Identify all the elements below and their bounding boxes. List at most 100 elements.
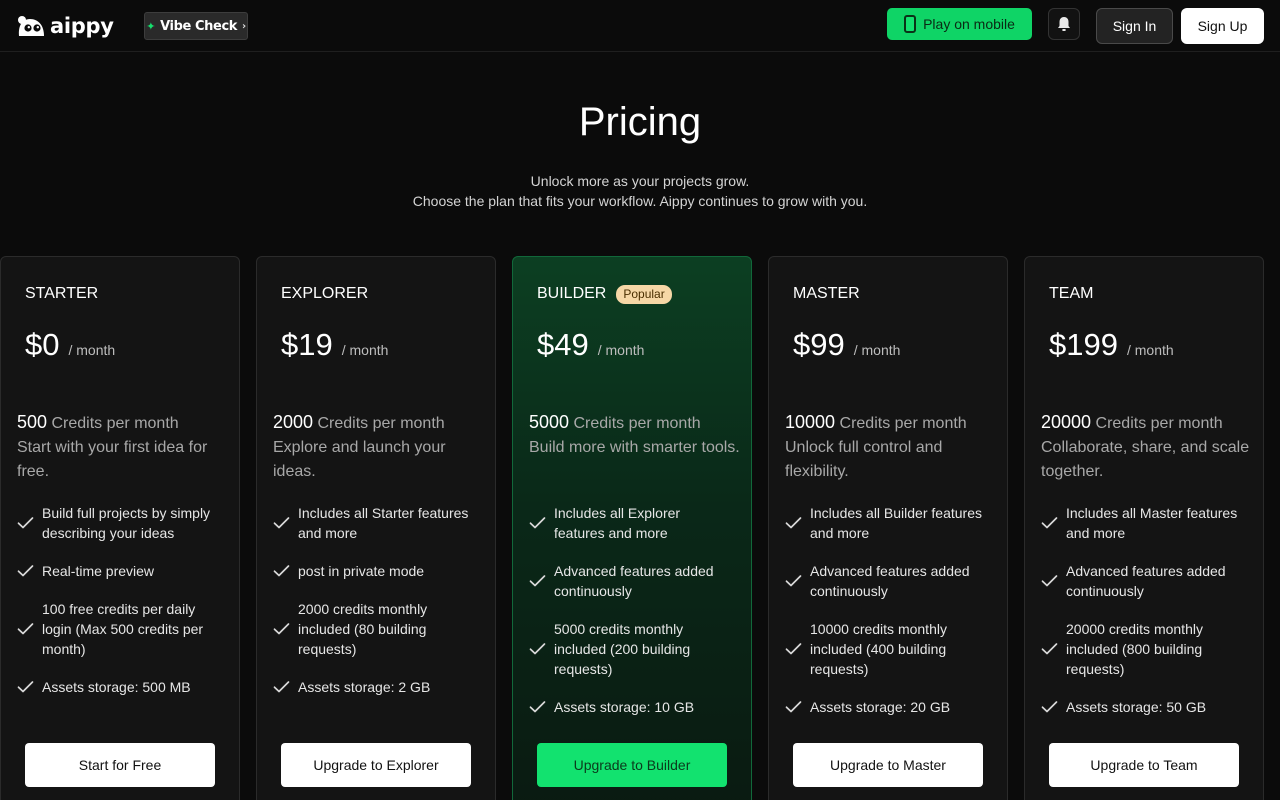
plan-name-label: TEAM [1049,285,1094,302]
plan-cta-button[interactable]: Upgrade to Builder [537,743,727,787]
feature-text: Includes all Starter features and more [298,505,469,541]
check-icon [529,575,546,587]
plan-cta-button[interactable]: Upgrade to Explorer [281,743,471,787]
feature-text: 5000 credits monthly included (200 build… [554,621,691,677]
play-on-mobile-label: Play on mobile [923,16,1015,32]
feature-item: Includes all Starter features and more [273,503,473,543]
plan-name: TEAM [1049,285,1093,303]
check-icon [529,701,546,713]
feature-item: 2000 credits monthly included (80 buildi… [273,599,473,659]
check-icon [785,517,802,529]
check-icon [1041,701,1058,713]
check-icon [273,565,290,577]
price-row: $199 / month [1049,327,1174,363]
notifications-button[interactable] [1048,8,1080,40]
credits-label: Credits per month [1095,415,1223,432]
feature-item: Build full projects by simply describing… [17,503,217,543]
feature-item: Advanced features added continuously [1041,561,1241,601]
plan-name: MASTER [793,285,860,303]
feature-text: Real-time preview [42,563,155,579]
feature-text: Assets storage: 20 GB [810,699,951,715]
feature-item: Advanced features added continuously [529,561,729,601]
price-row: $99 / month [793,327,900,363]
feature-item: Assets storage: 2 GB [273,677,473,697]
feature-text: 20000 credits monthly included (800 buil… [1066,621,1203,677]
price-period: / month [1126,342,1174,358]
plan-credits: 2000 Credits per month Explore and launch… [273,410,488,484]
feature-item: Advanced features added continuously [785,561,985,601]
plan-credits: 5000 Credits per month Build more with sm… [529,410,744,460]
credits-label: Credits per month [317,415,445,432]
feature-text: Assets storage: 10 GB [554,699,695,715]
feature-item: 5000 credits monthly included (200 build… [529,619,729,679]
feature-item: Includes all Master features and more [1041,503,1241,543]
plan-price: $99 [793,327,845,362]
check-icon [785,701,802,713]
credits-label: Credits per month [573,415,701,432]
check-icon [529,643,546,655]
feature-text: Assets storage: 500 MB [42,679,191,695]
check-icon [1041,643,1058,655]
feature-item: Assets storage: 20 GB [785,697,985,717]
check-icon [17,681,34,693]
credits-amount: 10000 [785,412,836,432]
feature-item: Assets storage: 50 GB [1041,697,1241,717]
feature-text: Advanced features added continuously [554,563,714,599]
play-on-mobile-button[interactable]: Play on mobile [887,8,1032,40]
feature-text: 100 free credits per daily login (Max 50… [42,601,204,657]
credits-label: Credits per month [839,415,967,432]
feature-text: Assets storage: 2 GB [298,679,431,695]
sign-up-button[interactable]: Sign Up [1181,8,1264,44]
feature-item: 100 free credits per daily login (Max 50… [17,599,217,659]
plan-cta-button[interactable]: Start for Free [25,743,215,787]
plan-cta-button[interactable]: Upgrade to Master [793,743,983,787]
feature-text: 10000 credits monthly included (400 buil… [810,621,947,677]
price-period: / month [341,342,389,358]
credits-amount: 5000 [529,412,570,432]
feature-item: Real-time preview [17,561,217,581]
check-icon [785,575,802,587]
plan-card-team: TEAM $199 / month 20000 Credits per month Co… [1024,256,1264,800]
feature-text: Assets storage: 50 GB [1066,699,1207,715]
check-icon [1041,575,1058,587]
check-icon [273,623,290,635]
plan-price: $199 [1049,327,1118,362]
check-icon [17,517,34,529]
credits-amount: 20000 [1041,412,1092,432]
sparkle-icon: ✦ [146,19,156,33]
plan-name-label: EXPLORER [281,285,369,302]
check-icon [17,565,34,577]
plan-tagline: Explore and launch your ideas. [273,439,446,480]
subtitle-line-2: Choose the plan that fits your workflow.… [412,193,868,209]
price-row: $49 / month [537,327,644,363]
logo[interactable]: aippy [16,13,114,39]
plan-name-label: MASTER [793,285,860,302]
plan-cta-button[interactable]: Upgrade to Team [1049,743,1239,787]
feature-item: 10000 credits monthly included (400 buil… [785,619,985,679]
logo-mascot-icon [18,16,44,36]
sign-in-button[interactable]: Sign In [1096,8,1173,44]
plan-tagline: Start with your first idea for free. [17,439,208,480]
plan-card-explorer: EXPLORER $19 / month 2000 Credits per month… [256,256,496,800]
plan-card-starter: STARTER $0 / month 500 Credits per month Sta… [0,256,240,800]
credits-label: Credits per month [51,415,179,432]
plan-name-label: STARTER [25,285,99,302]
plan-tagline: Build more with smarter tools. [529,439,740,456]
feature-item: Assets storage: 10 GB [529,697,729,717]
page-title: Pricing [578,100,702,144]
feature-text: Build full projects by simply describing… [42,505,211,541]
plan-card-master: MASTER $99 / month 10000 Credits per month U… [768,256,1008,800]
popular-badge: Popular [616,284,672,304]
check-icon [273,681,290,693]
chevron-right-icon: › [242,20,246,32]
bell-icon [1058,17,1070,31]
check-icon [273,517,290,529]
feature-text: 2000 credits monthly included (80 buildi… [298,601,428,657]
plan-credits: 20000 Credits per month Collaborate, shar… [1041,410,1256,484]
vibe-check-button[interactable]: ✦ Vibe Check › [144,12,248,40]
plan-name: STARTER [25,285,98,303]
plan-card-builder: BUILDER Popular $49 / month 5000 Credits per… [512,256,752,800]
plan-credits: 10000 Credits per month Unlock full contr… [785,410,1000,484]
check-icon [529,517,546,529]
plan-credits: 500 Credits per month Start with your fir… [17,410,232,484]
